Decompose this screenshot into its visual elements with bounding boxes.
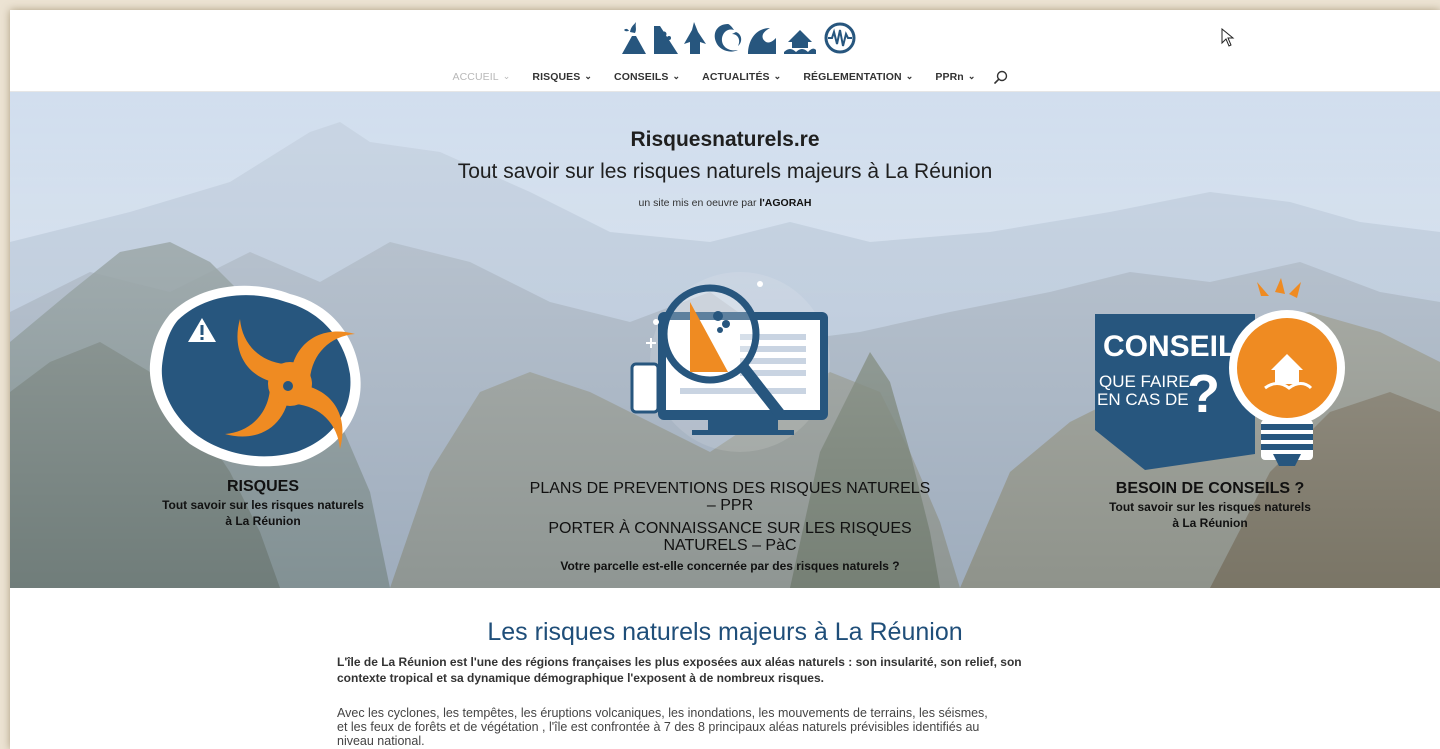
hero-credit-organisation[interactable]: l'AGORAH: [759, 197, 811, 209]
chevron-down-icon: ⌄: [502, 70, 511, 81]
card-ppr[interactable]: PLANS DE PREVENTIONS DES RISQUES NATUREL…: [480, 480, 980, 574]
hero-section: Risquesnaturels.re Tout savoir sur les r…: [10, 92, 1440, 588]
card-pac-title-line1: PORTER À CONNAISSANCE SUR LES RISQUES: [548, 520, 912, 537]
nav-item-actualites[interactable]: ACTUALITÉS ⌄: [702, 70, 782, 84]
card-conseils[interactable]: BESOIN DE CONSEILS ? Tout savoir sur les…: [1085, 480, 1335, 531]
body-line: niveau national.: [337, 734, 425, 748]
card-conseils-title: BESOIN DE CONSEILS ?: [1115, 480, 1305, 497]
browser-viewport: ACCUEIL ⌄ RISQUES ⌄ CONSEILS ⌄ ACTUALITÉ…: [10, 10, 1440, 749]
body-line: Avec les cyclones, les tempêtes, les éru…: [337, 706, 988, 720]
nav-item-accueil[interactable]: ACCUEIL ⌄: [452, 70, 511, 84]
risques-illustration[interactable]: [140, 274, 380, 474]
hero-credit-prefix: un site mis en oeuvre par: [638, 197, 760, 209]
intro-section: Les risques naturels majeurs à La Réunio…: [10, 588, 1440, 749]
chevron-down-icon: ⌄: [584, 70, 593, 81]
wave-icon: [714, 24, 742, 52]
intro-line: contexte tropical et sa dynamique démogr…: [337, 671, 824, 685]
card-pac-title-line2: NATURELS – PàC: [663, 537, 797, 554]
body-line: et les feux de forêts et de végétation ,…: [337, 720, 980, 734]
card-ppr-subtitle: Votre parcelle est-elle concernée par de…: [560, 559, 900, 573]
nav-item-label: RÉGLEMENTATION: [803, 71, 902, 83]
site-header: ACCUEIL ⌄ RISQUES ⌄ CONSEILS ⌄ ACTUALITÉ…: [10, 10, 1440, 92]
chevron-down-icon: ⌄: [905, 70, 914, 81]
hero-site-name: Risquesnaturels.re: [630, 128, 820, 151]
ppr-illustration[interactable]: [610, 272, 860, 472]
nav-item-label: CONSEILS: [614, 71, 669, 83]
landslide-icon: [654, 26, 678, 54]
flood-icon: [784, 30, 816, 54]
site-logo[interactable]: [620, 20, 860, 56]
light-rays-icon: [1257, 278, 1301, 298]
card-ppr-title1-line1: PLANS DE PREVENTIONS DES RISQUES NATUREL…: [529, 480, 931, 497]
conseils-badge-line1: QUE FAIRE: [1099, 372, 1190, 391]
nav-item-label: ACCUEIL: [452, 71, 499, 83]
chevron-down-icon: ⌄: [672, 70, 681, 81]
intro-paragraph: L'île de La Réunion est l'une des région…: [337, 654, 1157, 686]
volcano-icon: [622, 22, 646, 54]
search-icon[interactable]: [994, 70, 1008, 84]
body-paragraph: Avec les cyclones, les tempêtes, les éru…: [337, 706, 1157, 748]
card-risques[interactable]: RISQUES Tout savoir sur les risques natu…: [140, 478, 386, 529]
card-ppr-title1-line2: – PPR: [706, 497, 754, 514]
card-risques-title: RISQUES: [226, 478, 299, 495]
nav-item-label: ACTUALITÉS: [702, 71, 770, 83]
nav-item-risques[interactable]: RISQUES ⌄: [532, 70, 593, 84]
intro-line: L'île de La Réunion est l'une des région…: [337, 655, 1022, 669]
main-navigation: ACCUEIL ⌄ RISQUES ⌄ CONSEILS ⌄ ACTUALITÉ…: [10, 68, 1440, 86]
conseils-badge-line2: EN CAS DE: [1097, 390, 1189, 409]
conseils-illustration[interactable]: CONSEILS QUE FAIRE EN CAS DE ?: [1075, 270, 1355, 480]
card-risques-subtitle-line2: à La Réunion: [225, 514, 301, 528]
nav-item-label: RISQUES: [532, 71, 581, 83]
section-title: Les risques naturels majeurs à La Réunio…: [487, 618, 963, 646]
tsunami-icon: [748, 28, 776, 54]
hero-tagline: Tout savoir sur les risques naturels maj…: [457, 160, 993, 183]
mouse-cursor-icon: [1221, 28, 1235, 47]
nav-item-label: PPRn: [935, 71, 964, 83]
chevron-down-icon: ⌄: [773, 70, 782, 81]
card-conseils-subtitle-line2: à La Réunion: [1172, 516, 1248, 530]
earthquake-icon: [824, 22, 856, 54]
hero-credit: un site mis en oeuvre par l'AGORAH: [10, 197, 1440, 209]
nav-item-conseils[interactable]: CONSEILS ⌄: [614, 70, 681, 84]
chevron-down-icon: ⌄: [967, 70, 976, 81]
nav-item-reglementation[interactable]: RÉGLEMENTATION ⌄: [803, 70, 914, 84]
card-risques-subtitle-line1: Tout savoir sur les risques naturels: [162, 498, 364, 512]
card-conseils-subtitle-line1: Tout savoir sur les risques naturels: [1109, 500, 1311, 514]
forest-fire-icon: [684, 22, 706, 54]
nav-item-pprn[interactable]: PPRn ⌄: [935, 70, 976, 84]
conseils-question-mark: ?: [1187, 364, 1220, 424]
